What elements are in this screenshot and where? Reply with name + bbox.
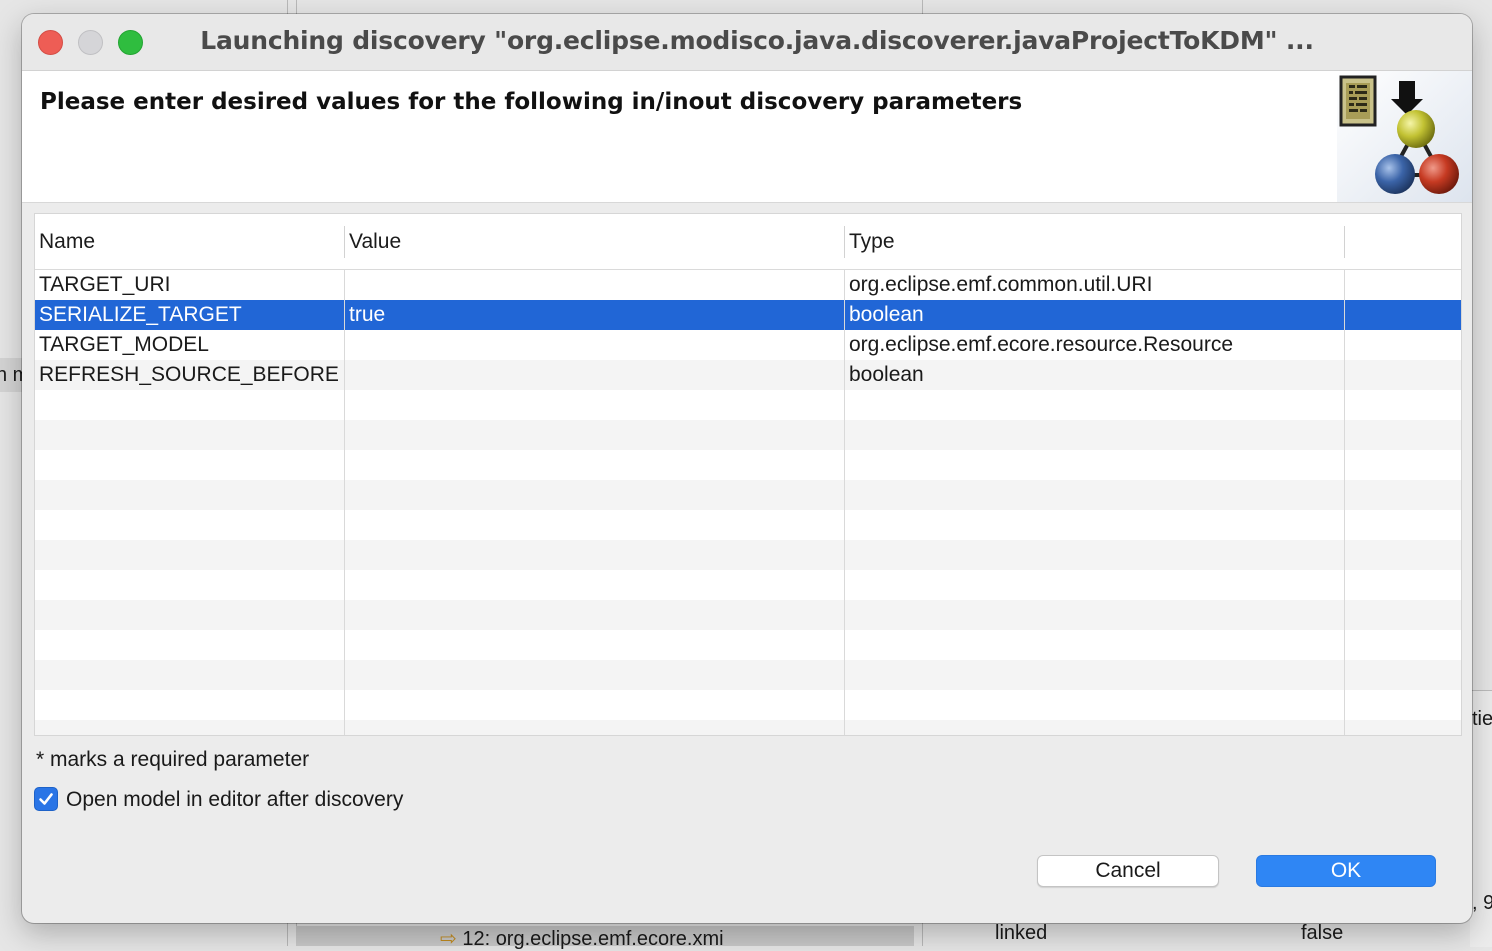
empty-row xyxy=(35,660,1461,690)
arrow-icon: ⇨ xyxy=(440,928,457,950)
discovery-wizard-icon xyxy=(1337,71,1472,202)
parameter-type: boolean xyxy=(849,363,924,386)
column-divider[interactable] xyxy=(844,226,845,258)
column-header-value[interactable]: Value xyxy=(349,230,401,254)
discovery-parameters-dialog: Launching discovery "org.eclipse.modisco… xyxy=(22,14,1472,923)
parameter-type: org.eclipse.emf.ecore.resource.Resource xyxy=(849,333,1234,356)
column-divider[interactable] xyxy=(1344,226,1345,258)
table-header: Name Value Type xyxy=(35,214,1461,270)
parameter-name: TARGET_URI xyxy=(39,273,171,296)
checkmark-icon xyxy=(39,793,53,805)
close-window-button[interactable] xyxy=(38,30,63,55)
background-text-fragment: false xyxy=(1301,922,1344,944)
empty-row xyxy=(35,480,1461,510)
background-tree-item: ⇨ 12: org.eclipse.emf.ecore.xmi xyxy=(440,926,724,951)
empty-row xyxy=(35,720,1461,735)
parameter-value[interactable]: true xyxy=(349,303,385,327)
column-grid-line xyxy=(344,270,345,735)
background-text-fragment: , 9 xyxy=(1472,892,1492,914)
wizard-header: Please enter desired values for the foll… xyxy=(22,71,1472,203)
parameter-name: TARGET_MODEL xyxy=(39,333,209,356)
empty-row xyxy=(35,540,1461,570)
background-text-fragment: tie xyxy=(1472,708,1492,730)
required-note: * marks a required parameter xyxy=(36,748,310,771)
table-row[interactable]: REFRESH_SOURCE_BEFORE boolean xyxy=(35,360,1461,390)
window-title: Launching discovery "org.eclipse.modisco… xyxy=(200,26,1314,55)
zoom-window-button[interactable] xyxy=(118,30,143,55)
header-message: Please enter desired values for the foll… xyxy=(40,89,1023,115)
background-tree-item-label: 12: org.eclipse.emf.ecore.xmi xyxy=(462,928,724,950)
column-header-type[interactable]: Type xyxy=(849,230,895,254)
minimize-window-button[interactable] xyxy=(78,30,103,55)
table-row[interactable]: TARGET_MODEL org.eclipse.emf.ecore.resou… xyxy=(35,330,1461,360)
parameter-type: org.eclipse.emf.common.util.URI xyxy=(849,273,1153,296)
empty-row xyxy=(35,600,1461,630)
table-row-selected[interactable]: SERIALIZE_TARGET true boolean xyxy=(35,300,1461,330)
open-in-editor-label[interactable]: Open model in editor after discovery xyxy=(66,788,403,812)
empty-row xyxy=(35,420,1461,450)
parameter-type: boolean xyxy=(849,303,924,326)
table-row[interactable]: TARGET_URI org.eclipse.emf.common.util.U… xyxy=(35,270,1461,300)
column-grid-line xyxy=(1344,270,1345,735)
column-divider[interactable] xyxy=(344,226,345,258)
column-header-name[interactable]: Name xyxy=(39,230,95,254)
parameters-table[interactable]: Name Value Type TARGET_URI org.eclipse.e… xyxy=(34,213,1462,736)
column-grid-line xyxy=(844,270,845,735)
parameter-name: SERIALIZE_TARGET xyxy=(39,303,242,326)
cancel-button[interactable]: Cancel xyxy=(1037,855,1219,887)
open-in-editor-checkbox[interactable] xyxy=(34,787,58,811)
parameter-name: REFRESH_SOURCE_BEFORE xyxy=(39,363,339,386)
background-text-fragment: linked xyxy=(995,922,1048,944)
table-body: TARGET_URI org.eclipse.emf.common.util.U… xyxy=(35,270,1461,735)
ok-button[interactable]: OK xyxy=(1256,855,1436,887)
title-bar[interactable]: Launching discovery "org.eclipse.modisco… xyxy=(22,14,1472,71)
